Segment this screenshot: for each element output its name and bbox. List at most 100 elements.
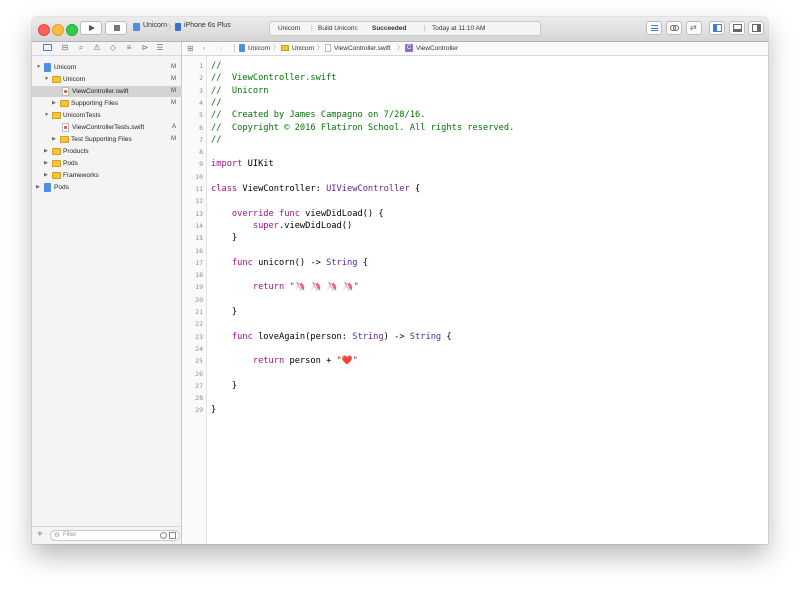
right-panel-icon — [752, 24, 761, 32]
jump-bar: ⊞ ‹ › Unicorn 〉 Unicorn 〉 ViewController… — [182, 42, 768, 56]
tree-item-pods-group[interactable]: ▶ Pods — [32, 158, 182, 169]
code-token: override — [231, 208, 274, 219]
related-items-icon[interactable]: ⊞ — [187, 42, 194, 55]
device-selector[interactable]: iPhone 6s Plus — [184, 22, 231, 29]
tree-item-test-supporting-files[interactable]: ▶ Test Supporting Files M — [32, 134, 182, 145]
assistant-editor-button[interactable] — [666, 21, 682, 35]
forward-button[interactable]: › — [220, 42, 222, 55]
tree-item-viewcontrollertests-swift[interactable]: ViewControllerTests.swift A — [32, 122, 182, 133]
run-button[interactable] — [80, 21, 102, 35]
code-token: return — [252, 282, 285, 293]
tree-item-supporting-files[interactable]: ▶ Supporting Files M — [32, 98, 182, 109]
scm-status-badge: M — [171, 76, 176, 82]
line-number: 24 — [195, 344, 203, 353]
swift-file-icon — [62, 123, 69, 132]
lines-icon — [651, 25, 658, 31]
tree-item-label: Unicorn — [54, 64, 77, 71]
standard-editor-button[interactable] — [646, 21, 662, 35]
code-token: { — [409, 184, 421, 194]
stop-button[interactable] — [105, 21, 127, 35]
line-number: 5 — [199, 111, 203, 120]
line-number: 21 — [195, 308, 203, 316]
version-editor-button[interactable]: ⇄ — [686, 21, 702, 35]
filter-placeholder: Filter — [63, 532, 77, 538]
disclosure-closed-icon[interactable]: ▶ — [44, 158, 48, 169]
crumb-file[interactable]: ViewController.swift — [334, 42, 391, 55]
crumb-symbol[interactable]: ViewController — [416, 42, 458, 55]
close-window-button[interactable] — [38, 24, 50, 36]
disclosure-closed-icon[interactable]: ▶ — [44, 146, 48, 157]
code-line: func unicorn() -> String { — [211, 257, 368, 269]
toggle-navigator-button[interactable] — [709, 21, 725, 35]
crumb-project[interactable]: Unicorn — [248, 42, 270, 55]
disclosure-open-icon[interactable]: ▼ — [44, 110, 49, 121]
filter-field[interactable]: ⊖ Filter — [50, 530, 180, 541]
navigator-filter-bar: + ⊖ Filter — [32, 526, 182, 544]
code-line: class ViewController: UIViewController { — [211, 183, 420, 195]
activity-viewer: Unicorn | Build Unicorn: Succeeded | Tod… — [269, 21, 541, 36]
debug-navigator-icon[interactable]: ≡ — [125, 44, 133, 52]
filter-icon: ⊖ — [54, 532, 60, 539]
back-button[interactable]: ‹ — [203, 42, 205, 55]
swift-file-icon — [325, 44, 331, 52]
code-line: import UIKit — [211, 158, 274, 170]
recent-files-icon[interactable] — [160, 532, 167, 539]
code-token: String — [352, 331, 384, 342]
tree-item-pods-project[interactable]: ▶ Pods — [32, 182, 182, 193]
search-icon[interactable]: ⌕ — [77, 44, 85, 52]
code-token: ViewController: — [237, 184, 327, 194]
warning-icon[interactable]: ⚠ — [93, 44, 101, 52]
tree-item-products[interactable]: ▶ Products — [32, 146, 182, 157]
disclosure-closed-icon[interactable]: ▶ — [44, 170, 48, 181]
folder-icon — [281, 45, 289, 51]
scm-status-badge: M — [171, 64, 176, 70]
code-line: // Copyright © 2016 Flatiron School. All… — [211, 122, 514, 134]
tree-item-project-unicorn[interactable]: ▼ Unicorn M — [32, 62, 182, 73]
folder-icon — [52, 172, 61, 179]
disclosure-closed-icon[interactable]: ▶ — [52, 98, 56, 109]
tree-item-viewcontroller-swift[interactable]: ViewController.swift M — [32, 86, 182, 97]
crumb-group[interactable]: Unicorn — [292, 42, 314, 55]
scm-filter-icon[interactable] — [169, 532, 176, 539]
toolbar: Unicorn 〉 iPhone 6s Plus Unicorn | Build… — [32, 17, 768, 42]
line-number: 29 — [195, 406, 203, 415]
code-token: "🦄 🦄 🦄 🦄" — [289, 282, 359, 293]
toggle-utilities-button[interactable] — [748, 21, 764, 35]
breakpoint-icon[interactable]: ⊳ — [141, 44, 149, 52]
report-navigator-icon[interactable]: ☰ — [156, 44, 164, 52]
disclosure-open-icon[interactable]: ▼ — [36, 62, 41, 73]
tree-item-label: Products — [63, 148, 89, 155]
code-token: func — [231, 257, 253, 268]
disclosure-closed-icon[interactable]: ▶ — [52, 134, 56, 145]
code-token: UIKit — [242, 159, 274, 170]
tree-item-group-unicorn[interactable]: ▼ Unicorn M — [32, 74, 182, 85]
minimize-window-button[interactable] — [52, 24, 64, 36]
code-token: viewDidLoad() { — [299, 208, 384, 219]
folder-icon[interactable] — [43, 44, 52, 51]
activity-time: Today at 11:10 AM — [432, 25, 486, 32]
toggle-debug-area-button[interactable] — [729, 21, 745, 35]
line-number: 23 — [195, 332, 203, 341]
code-line: } — [211, 404, 216, 416]
disclosure-closed-icon[interactable]: ▶ — [36, 182, 40, 193]
navigator-selector-bar: ⊟ ⌕ ⚠ ◇ ≡ ⊳ ☰ — [32, 42, 182, 56]
line-number: 18 — [195, 271, 203, 280]
code-token: UIViewController — [326, 184, 410, 194]
scheme-selector[interactable]: Unicorn — [143, 22, 167, 29]
scm-status-badge: M — [171, 136, 176, 142]
code-token: unicorn() -> — [252, 257, 327, 268]
code-token: } — [211, 405, 217, 416]
source-editor[interactable]: 1 2 3 4 5 6 7 8 9 10 11 12 13 14 15 16 17 18 19 20 21 22 23 24 2… — [182, 56, 768, 544]
zoom-window-button[interactable] — [66, 24, 78, 36]
code-token: // Unicorn — [211, 85, 269, 96]
code-line: // Created by James Campagno on 7/28/16. — [211, 109, 425, 121]
scm-status-badge: A — [171, 124, 176, 130]
tree-item-frameworks[interactable]: ▶ Frameworks — [32, 170, 182, 181]
test-navigator-icon[interactable]: ◇ — [109, 44, 117, 52]
scm-status-badge: M — [171, 100, 176, 106]
disclosure-open-icon[interactable]: ▼ — [44, 74, 49, 85]
add-file-button[interactable]: + — [37, 529, 43, 541]
tree-item-unicorntests[interactable]: ▼ UnicornTests — [32, 110, 182, 121]
symbol-navigator-icon[interactable]: ⊟ — [61, 44, 69, 52]
